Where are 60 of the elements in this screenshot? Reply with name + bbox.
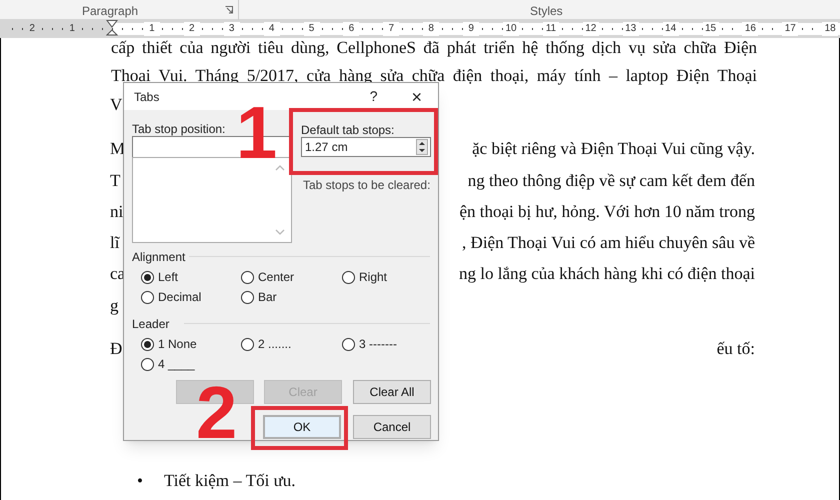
document-text-fragment: ếu tố: [716, 339, 755, 359]
document-text-fragment: ện thoại bị hư, hỏng. Với hơn 10 năm trong [459, 202, 755, 222]
ruler-number: 12 [582, 22, 599, 36]
ruler-number: 5 [304, 22, 320, 36]
dialog-button[interactable]: Clear All [353, 380, 431, 404]
bullet-icon: • [137, 471, 143, 491]
ruler-number: 17 [782, 22, 798, 36]
ruler-number: 9 [463, 22, 480, 36]
document-text-fragment: ni [110, 202, 124, 222]
ruler-number: 11 [542, 22, 559, 36]
group-label: Styles [530, 3, 563, 20]
document-text-fragment: lĩ [110, 233, 120, 253]
spin-arrows-icon[interactable] [416, 139, 428, 155]
bullet-item: Tiết kiệm – Tối ưu. [164, 471, 296, 491]
ruler-number: 2 [184, 22, 200, 36]
dialog-button[interactable]: OK [263, 415, 341, 439]
field-label: Tab stop position: [132, 121, 226, 138]
document-text-fragment: ng lo lắng của khách hàng khi có điện thoại [459, 264, 755, 284]
radio-option[interactable]: Decimal [141, 288, 202, 306]
radio-option[interactable]: Center [241, 268, 294, 286]
document-line: cấp thiết của người tiêu dùng, CellphoneS đã phát triển hệ thống dịch vụ sửa chữa Điện [111, 38, 757, 58]
document-text-fragment: V [110, 95, 122, 115]
close-button[interactable]: × [411, 88, 422, 106]
step-number: 2 [196, 385, 238, 441]
indent-marker-icon[interactable] [106, 20, 118, 38]
ruler-number: 10 [503, 22, 519, 36]
ruler-number: 13 [622, 22, 639, 36]
document-text-fragment: , Điện Thoại Vui có am hiểu chuyên sâu về [462, 233, 755, 253]
ruler-number: 4 [264, 22, 280, 36]
dialog-launcher-icon[interactable] [225, 6, 233, 14]
ruler-number: 16 [742, 22, 758, 36]
radio-option[interactable]: 1 None [141, 335, 197, 353]
radio-option[interactable]: 2 ....... [241, 335, 292, 353]
ruler-number: 18 [822, 22, 838, 36]
document-text-fragment: ng theo thông điệp về sự cam kết đem đến [468, 171, 755, 191]
radio-option[interactable]: Left [141, 268, 178, 286]
document-text-fragment: ặc biệt riêng và Điện Thoại Vui cũng vậy. [472, 139, 755, 159]
field-label: Tab stops to be cleared: [303, 177, 430, 194]
dialog-title: Tabs [134, 88, 160, 106]
ruler-number: 6 [343, 22, 360, 36]
ruler-number: 3 [224, 22, 240, 36]
ruler-number: 1 [144, 22, 160, 36]
tab-stop-list[interactable] [132, 157, 292, 243]
document-text-fragment: Đ [110, 339, 122, 359]
document-text-fragment: M [110, 139, 126, 159]
radio-option[interactable]: 3 ------- [342, 335, 397, 353]
dialog-button[interactable]: Cancel [353, 415, 431, 439]
ruler-number: 7 [383, 22, 400, 36]
field-label: Default tab stops: [301, 122, 394, 139]
radio-option[interactable]: 4 ____ [141, 355, 195, 373]
ruler-number: 14 [662, 22, 679, 36]
radio-option[interactable]: Bar [241, 288, 277, 306]
group-label: Paragraph [82, 3, 138, 20]
radio-option[interactable]: Right [342, 268, 388, 286]
ruler-number: 8 [423, 22, 440, 36]
help-button[interactable]: ? [370, 86, 378, 107]
document-text-fragment: g [110, 296, 118, 316]
ruler-number: 15 [702, 22, 718, 36]
default-tab-stops-spinner[interactable]: 1.27 cm [301, 137, 431, 157]
document-text-fragment: T [110, 171, 120, 191]
